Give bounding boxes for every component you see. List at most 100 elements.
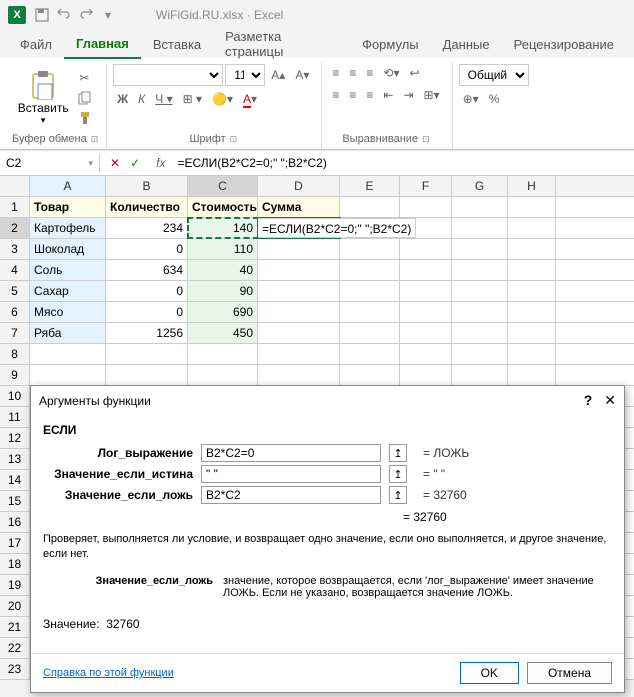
tab-review[interactable]: Рецензирование <box>502 31 626 58</box>
dialog-launcher-icon[interactable]: ⊡ <box>230 134 238 145</box>
cell[interactable] <box>30 365 106 385</box>
cell[interactable] <box>340 197 400 217</box>
cell[interactable]: Количество <box>106 197 188 217</box>
tab-file[interactable]: Файл <box>8 31 64 58</box>
row-header[interactable]: 15 <box>0 491 30 511</box>
cell[interactable]: 140 <box>188 218 258 238</box>
cell[interactable] <box>258 260 340 280</box>
fx-icon[interactable]: fx <box>150 156 171 170</box>
italic-button[interactable]: К <box>134 90 149 108</box>
align-bottom-icon[interactable]: ≡ <box>362 64 377 82</box>
row-header[interactable]: 16 <box>0 512 30 532</box>
row-header[interactable]: 7 <box>0 323 30 343</box>
cell[interactable] <box>258 323 340 343</box>
cell[interactable] <box>508 365 556 385</box>
wrap-text-icon[interactable]: ↩ <box>405 64 423 82</box>
currency-icon[interactable]: ⊕▾ <box>459 90 483 108</box>
range-picker-icon[interactable]: ↥ <box>389 444 407 462</box>
col-header[interactable]: E <box>340 176 400 196</box>
cell[interactable]: 450 <box>188 323 258 343</box>
cell[interactable]: Товар <box>30 197 106 217</box>
row-header[interactable]: 18 <box>0 554 30 574</box>
align-top-icon[interactable]: ≡ <box>328 64 343 82</box>
tab-home[interactable]: Главная <box>64 30 141 59</box>
row-header[interactable]: 1 <box>0 197 30 217</box>
cell[interactable] <box>30 344 106 364</box>
cell[interactable] <box>400 302 452 322</box>
tab-layout[interactable]: Разметка страницы <box>213 23 350 65</box>
cell[interactable] <box>452 197 508 217</box>
col-header[interactable]: D <box>258 176 340 196</box>
fill-color-icon[interactable]: 🟡▾ <box>208 90 237 108</box>
row-header[interactable]: 5 <box>0 281 30 301</box>
cell[interactable] <box>508 197 556 217</box>
cell[interactable] <box>452 218 508 238</box>
col-header[interactable]: A <box>30 176 106 196</box>
col-header[interactable]: C <box>188 176 258 196</box>
align-middle-icon[interactable]: ≡ <box>345 64 360 82</box>
cell[interactable]: Сахар <box>30 281 106 301</box>
shrink-font-icon[interactable]: A▾ <box>291 66 313 84</box>
row-header[interactable]: 4 <box>0 260 30 280</box>
cell[interactable]: Стоимость <box>188 197 258 217</box>
cell[interactable] <box>340 344 400 364</box>
row-header[interactable]: 20 <box>0 596 30 616</box>
align-right-icon[interactable]: ≡ <box>362 86 377 104</box>
arg-input-logical[interactable] <box>201 444 381 462</box>
cell-editing[interactable]: =ЕСЛИ(B2*C2=0;" ";B2*C2) <box>258 218 340 238</box>
cancel-formula-icon[interactable]: ✕ <box>106 154 124 172</box>
col-header[interactable]: H <box>508 176 556 196</box>
tab-insert[interactable]: Вставка <box>141 31 213 58</box>
tab-formulas[interactable]: Формулы <box>350 31 431 58</box>
cell[interactable] <box>400 365 452 385</box>
save-icon[interactable] <box>34 7 50 23</box>
cell[interactable] <box>340 281 400 301</box>
cell[interactable] <box>400 344 452 364</box>
cell[interactable] <box>340 323 400 343</box>
cell[interactable] <box>340 260 400 280</box>
cell[interactable] <box>452 281 508 301</box>
percent-icon[interactable]: % <box>485 90 504 108</box>
cell[interactable] <box>340 365 400 385</box>
dialog-launcher-icon[interactable]: ⊡ <box>422 134 430 145</box>
indent-decrease-icon[interactable]: ⇤ <box>379 86 397 104</box>
cell[interactable]: Картофель <box>30 218 106 238</box>
number-format-select[interactable]: Общий <box>459 64 529 86</box>
row-header[interactable]: 21 <box>0 617 30 637</box>
cut-icon[interactable]: ✂ <box>75 69 95 87</box>
help-link[interactable]: Справка по этой функции <box>43 667 174 679</box>
redo-icon[interactable] <box>78 7 94 23</box>
cell[interactable] <box>400 239 452 259</box>
cell[interactable] <box>188 365 258 385</box>
cell[interactable] <box>452 260 508 280</box>
cell[interactable] <box>508 239 556 259</box>
cell[interactable] <box>400 323 452 343</box>
cell[interactable] <box>258 239 340 259</box>
cell[interactable] <box>258 344 340 364</box>
row-header[interactable]: 6 <box>0 302 30 322</box>
cell[interactable] <box>452 323 508 343</box>
cell[interactable] <box>508 323 556 343</box>
cell[interactable] <box>508 260 556 280</box>
cell[interactable]: 0 <box>106 302 188 322</box>
cell[interactable] <box>258 302 340 322</box>
row-header[interactable]: 10 <box>0 386 30 406</box>
cell[interactable] <box>452 365 508 385</box>
cell[interactable] <box>340 302 400 322</box>
row-header[interactable]: 13 <box>0 449 30 469</box>
row-header[interactable]: 22 <box>0 638 30 658</box>
name-box[interactable]: C2▾ <box>0 154 100 172</box>
bold-button[interactable]: Ж <box>113 90 132 108</box>
cell[interactable]: 40 <box>188 260 258 280</box>
cell[interactable] <box>106 344 188 364</box>
cell[interactable]: Сумма <box>258 197 340 217</box>
row-header[interactable]: 3 <box>0 239 30 259</box>
col-header[interactable]: F <box>400 176 452 196</box>
arg-input-iffalse[interactable] <box>201 486 381 504</box>
col-header[interactable]: B <box>106 176 188 196</box>
cell[interactable]: Соль <box>30 260 106 280</box>
cell[interactable] <box>258 281 340 301</box>
align-center-icon[interactable]: ≡ <box>345 86 360 104</box>
cell[interactable] <box>400 260 452 280</box>
underline-button[interactable]: Ч ▾ <box>151 90 176 108</box>
